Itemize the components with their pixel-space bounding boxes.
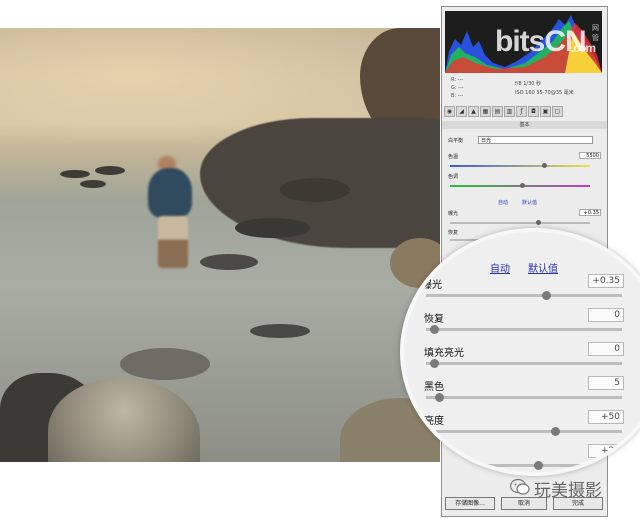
- brand-text: 玩美摄影: [534, 481, 602, 501]
- slider-label: 恢复: [424, 314, 444, 325]
- slider-knob[interactable]: [435, 393, 444, 402]
- foreground-boulder: [48, 378, 200, 462]
- exposure-value-small[interactable]: +0.35: [579, 209, 601, 216]
- person-body: [148, 168, 192, 218]
- camera-icon[interactable]: ◘: [528, 106, 539, 117]
- lens-icon[interactable]: ▥: [504, 106, 515, 117]
- far-rock: [95, 166, 125, 175]
- person-legs: [158, 216, 188, 268]
- hsl-icon[interactable]: ▦: [480, 106, 491, 117]
- presets-icon[interactable]: ▣: [540, 106, 551, 117]
- info-iso: ISO 160 35-70@35 毫米: [515, 90, 574, 96]
- camera-info: R: --- G: --- B: --- f/8 1/30 秒 ISO 160 …: [445, 75, 602, 105]
- info-g: G: ---: [451, 85, 464, 91]
- slider-value-field[interactable]: 0: [588, 308, 624, 322]
- watermark-suffix: .com: [571, 41, 596, 55]
- aperture-icon[interactable]: ◉: [444, 106, 455, 117]
- shore-rock: [235, 218, 310, 238]
- slider-value-field[interactable]: +50: [588, 410, 624, 424]
- tone-curve-icon[interactable]: ◢: [456, 106, 467, 117]
- temperature-knob[interactable]: [542, 163, 547, 168]
- slider-track[interactable]: [426, 325, 622, 334]
- temperature-slider[interactable]: [450, 163, 590, 168]
- exposure-knob-small[interactable]: [536, 220, 541, 225]
- slider-track[interactable]: [426, 291, 622, 300]
- photo-preview: [0, 28, 440, 462]
- slider-track[interactable]: [426, 461, 622, 470]
- slider-label: 黑色: [424, 382, 444, 393]
- mid-rock: [120, 348, 210, 380]
- mid-rock: [250, 324, 310, 338]
- white-balance-label: 白平衡: [448, 138, 464, 144]
- tint-knob[interactable]: [520, 183, 525, 188]
- slider-label: 填充亮光: [424, 348, 464, 359]
- slider-knob[interactable]: [430, 359, 439, 368]
- split-tone-icon[interactable]: ▤: [492, 106, 503, 117]
- exposure-slider-small[interactable]: [450, 220, 590, 225]
- slider-knob[interactable]: [542, 291, 551, 300]
- slider-value-field[interactable]: 5: [588, 376, 624, 390]
- basic-section-title: 基本: [442, 121, 607, 129]
- detail-icon[interactable]: ▲: [468, 106, 479, 117]
- info-exposure: f/8 1/30 秒: [515, 81, 542, 87]
- histogram: bitsCN 网管 .com: [445, 11, 602, 73]
- info-b: B: ---: [451, 93, 464, 99]
- slider-label: 对比度: [430, 450, 460, 461]
- slider-track[interactable]: [426, 393, 622, 402]
- tint-slider[interactable]: [450, 183, 590, 188]
- slider-value-field[interactable]: 0: [588, 342, 624, 356]
- watermark-small: 网管: [592, 24, 599, 42]
- slider-value-field[interactable]: +0.35: [588, 274, 624, 288]
- white-balance-select[interactable]: 日光: [478, 136, 593, 144]
- default-link[interactable]: 默认值: [528, 260, 558, 275]
- exposure-label-small: 曝光: [448, 211, 459, 217]
- tint-label: 色调: [448, 174, 459, 180]
- panel-toolbar: ◉ ◢ ▲ ▦ ▤ ▥ ƒ ◘ ▣ ▢: [444, 106, 604, 118]
- default-link-small[interactable]: 默认值: [522, 199, 537, 206]
- shore-rock: [280, 178, 350, 202]
- slider-label: 亮度: [424, 416, 444, 427]
- slider-label: 曝光: [422, 280, 442, 291]
- slider-knob[interactable]: [534, 461, 543, 470]
- auto-link[interactable]: 自动: [490, 260, 510, 275]
- save-image-button[interactable]: 存储图像...: [445, 497, 495, 510]
- slider-track[interactable]: [426, 359, 622, 368]
- temperature-label: 色温: [448, 154, 459, 160]
- info-r: R: ---: [451, 77, 464, 83]
- auto-link-small[interactable]: 自动: [498, 199, 508, 206]
- mid-rock: [200, 254, 258, 270]
- fx-icon[interactable]: ƒ: [516, 106, 527, 117]
- snapshots-icon[interactable]: ▢: [552, 106, 563, 117]
- far-rock: [60, 170, 90, 178]
- slider-track[interactable]: [426, 427, 622, 436]
- far-rock: [80, 180, 106, 188]
- slider-knob[interactable]: [430, 325, 439, 334]
- slider-knob[interactable]: [551, 427, 560, 436]
- wechat-icon: [510, 478, 530, 495]
- slider-value-field[interactable]: +25: [588, 444, 624, 458]
- temperature-value[interactable]: 5500: [579, 152, 601, 159]
